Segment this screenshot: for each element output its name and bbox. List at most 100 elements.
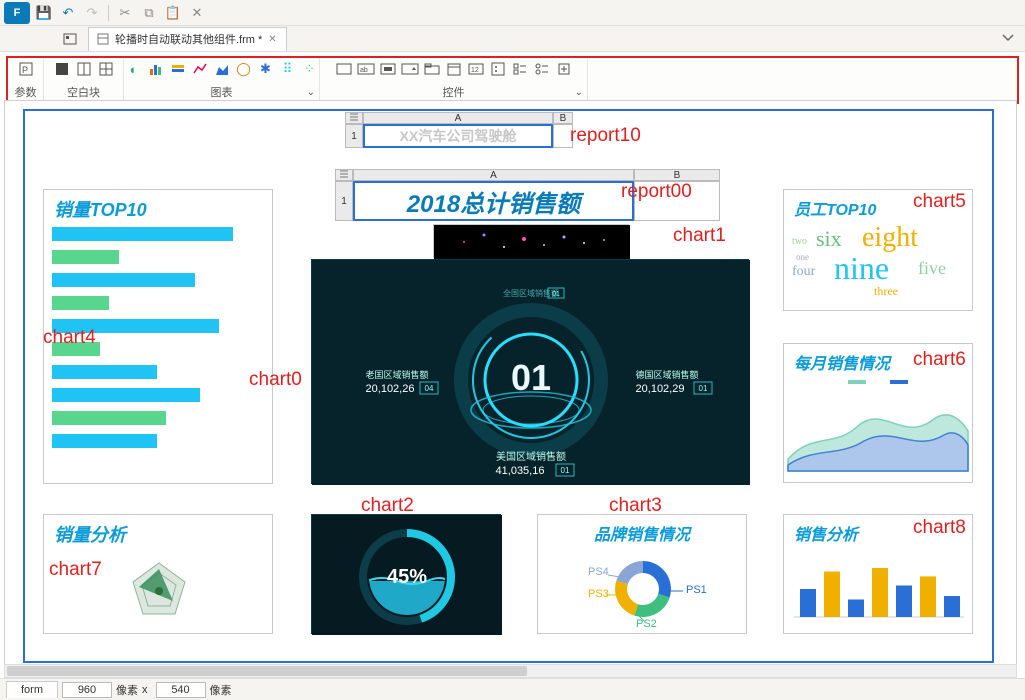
chart3-title: 品牌销售情况 — [538, 515, 746, 547]
cut-icon[interactable]: ✂ — [115, 3, 135, 23]
status-width[interactable]: 960 — [62, 682, 112, 698]
status-bar: form 960 像素 x 540 像素 — [0, 678, 1025, 700]
radiolist-widget-icon[interactable] — [533, 60, 551, 78]
svg-text:德国区域销售额: 德国区域销售额 — [635, 369, 698, 380]
status-unit1: 像素 — [116, 682, 138, 698]
radar-chart-icon[interactable]: ✱ — [257, 60, 275, 78]
svg-text:20,102,26: 20,102,26 — [366, 383, 415, 395]
widget-group-expand-icon[interactable]: ⌄ — [575, 87, 583, 98]
combo-widget-icon[interactable] — [401, 60, 419, 78]
row-header-1[interactable]: 1 — [335, 181, 353, 221]
ribbon-highlight-box: P 参数 空白块 ◐ ◯ ✱ ⠿ ⁘ 图表 — [6, 56, 1019, 104]
chart3-block[interactable]: 品牌销售情况 PS1 PS2 PS3 PS4 — [537, 514, 747, 634]
chart6-svg — [784, 391, 972, 473]
ribbon-widget-label: 控件 — [443, 84, 465, 100]
undo-icon[interactable]: ↶ — [58, 3, 78, 23]
sheet-corner — [345, 112, 363, 124]
col-header-a[interactable]: A — [363, 112, 553, 124]
blank-grid-icon[interactable] — [97, 60, 115, 78]
close-icon[interactable]: ✕ — [187, 3, 207, 23]
hscroll-thumb[interactable] — [7, 666, 527, 676]
row-header-1[interactable]: 1 — [345, 124, 363, 148]
svg-text:PS4: PS4 — [588, 566, 609, 578]
label-widget-icon[interactable]: ab — [357, 60, 375, 78]
report10-title-cell[interactable]: XX汽车公司驾驶舱 — [363, 124, 553, 148]
svg-text:PS3: PS3 — [588, 588, 609, 600]
design-canvas-outer[interactable]: A B 1 XX汽车公司驾驶舱 A B 1 2018总计销售额 — [4, 100, 1017, 674]
chart6-legend — [784, 376, 972, 391]
ribbon-group-widget: ab 12 控件 ⌄ — [320, 58, 588, 102]
chart1-block[interactable] — [433, 224, 629, 258]
ribbon-group-blank: 空白块 — [44, 58, 124, 102]
status-x: x — [142, 684, 148, 696]
save-icon[interactable]: 💾 — [34, 3, 54, 23]
chart6-block[interactable]: 每月销售情况 — [783, 343, 973, 483]
home-tab-icon[interactable] — [60, 29, 80, 49]
tree-widget-icon[interactable] — [489, 60, 507, 78]
copy-icon[interactable]: ⧉ — [139, 3, 159, 23]
report10-empty-cell[interactable] — [553, 124, 573, 148]
document-tab-bar: 轮播时自动联动其他组件.frm * ✕ — [0, 26, 1025, 52]
redo-icon[interactable]: ↷ — [82, 3, 102, 23]
ribbon-param-label: 参数 — [15, 84, 37, 100]
app-logo[interactable]: F — [4, 2, 30, 24]
svg-text:ab: ab — [360, 67, 368, 74]
checklist-widget-icon[interactable] — [511, 60, 529, 78]
line-chart-icon[interactable] — [191, 60, 209, 78]
scatter-chart-icon[interactable]: ⁘ — [301, 60, 319, 78]
button-widget-icon[interactable] — [379, 60, 397, 78]
chart8-svg — [784, 547, 972, 627]
text-widget-icon[interactable] — [335, 60, 353, 78]
svg-text:PS2: PS2 — [636, 618, 657, 630]
ribbon-blank-label: 空白块 — [67, 84, 100, 100]
overflow-icon[interactable] — [1001, 31, 1017, 47]
paste-icon[interactable]: 📋 — [163, 3, 183, 23]
chart4-block[interactable]: 销量TOP10 — [43, 189, 273, 484]
ribbon: P 参数 空白块 ◐ ◯ ✱ ⠿ ⁘ 图表 — [8, 58, 1017, 102]
status-form-label[interactable]: form — [6, 681, 58, 698]
bubble-chart-icon[interactable]: ⠿ — [279, 60, 297, 78]
export-widget-icon[interactable] — [555, 60, 573, 78]
report00-block[interactable]: A B 1 2018总计销售额 — [335, 169, 723, 221]
chart0-block[interactable]: 全国区域销售额 01 01 老囯区域销售额 20,102,26 04 德国区域销… — [311, 259, 749, 484]
report00-title-cell[interactable]: 2018总计销售额 — [353, 181, 634, 221]
ribbon-group-param: P 参数 — [8, 58, 44, 102]
chart8-title: 销售分析 — [784, 515, 972, 547]
chart5-block[interactable]: 员工TOP10 two six eight one four nine five… — [783, 189, 973, 311]
pie-chart-icon[interactable]: ◐ — [125, 60, 143, 78]
file-tab[interactable]: 轮播时自动联动其他组件.frm * ✕ — [88, 27, 287, 51]
tab-close-icon[interactable]: ✕ — [268, 34, 278, 44]
design-canvas[interactable]: A B 1 XX汽车公司驾驶舱 A B 1 2018总计销售额 — [23, 109, 994, 663]
param-icon[interactable]: P — [17, 60, 35, 78]
tab-widget-icon[interactable] — [423, 60, 441, 78]
ribbon-chart-label: 图表 — [211, 84, 233, 100]
svg-text:01: 01 — [699, 384, 708, 393]
chart8-block[interactable]: 销售分析 — [783, 514, 973, 634]
status-height[interactable]: 540 — [156, 682, 206, 698]
svg-text:12: 12 — [471, 67, 479, 74]
svg-text:01: 01 — [552, 291, 560, 298]
svg-text:41,035,16: 41,035,16 — [496, 465, 545, 477]
stacked-bar-icon[interactable] — [169, 60, 187, 78]
report00-empty-cell[interactable] — [634, 181, 720, 221]
date-widget-icon[interactable] — [445, 60, 463, 78]
anno-chart1: chart1 — [673, 225, 726, 247]
chart-group-expand-icon[interactable]: ⌄ — [307, 87, 315, 98]
number-widget-icon[interactable]: 12 — [467, 60, 485, 78]
col-header-b[interactable]: B — [634, 169, 720, 181]
chart7-title: 销量分析 — [44, 515, 272, 549]
report10-block[interactable]: A B 1 XX汽车公司驾驶舱 — [345, 112, 575, 148]
blank-split-icon[interactable] — [75, 60, 93, 78]
chart2-block[interactable]: 45% — [311, 514, 501, 634]
file-tab-label: 轮播时自动联动其他组件.frm * — [115, 31, 262, 47]
gauge-chart-icon[interactable]: ◯ — [235, 60, 253, 78]
hscrollbar[interactable] — [4, 664, 1017, 678]
blank-dark-icon[interactable] — [53, 60, 71, 78]
bar-chart-icon[interactable] — [147, 60, 165, 78]
chart5-title: 员工TOP10 — [784, 190, 972, 222]
col-header-b[interactable]: B — [553, 112, 573, 124]
chart7-block[interactable]: 销量分析 — [43, 514, 273, 634]
area-chart-icon[interactable] — [213, 60, 231, 78]
col-header-a[interactable]: A — [353, 169, 634, 181]
svg-text:01: 01 — [511, 357, 551, 398]
